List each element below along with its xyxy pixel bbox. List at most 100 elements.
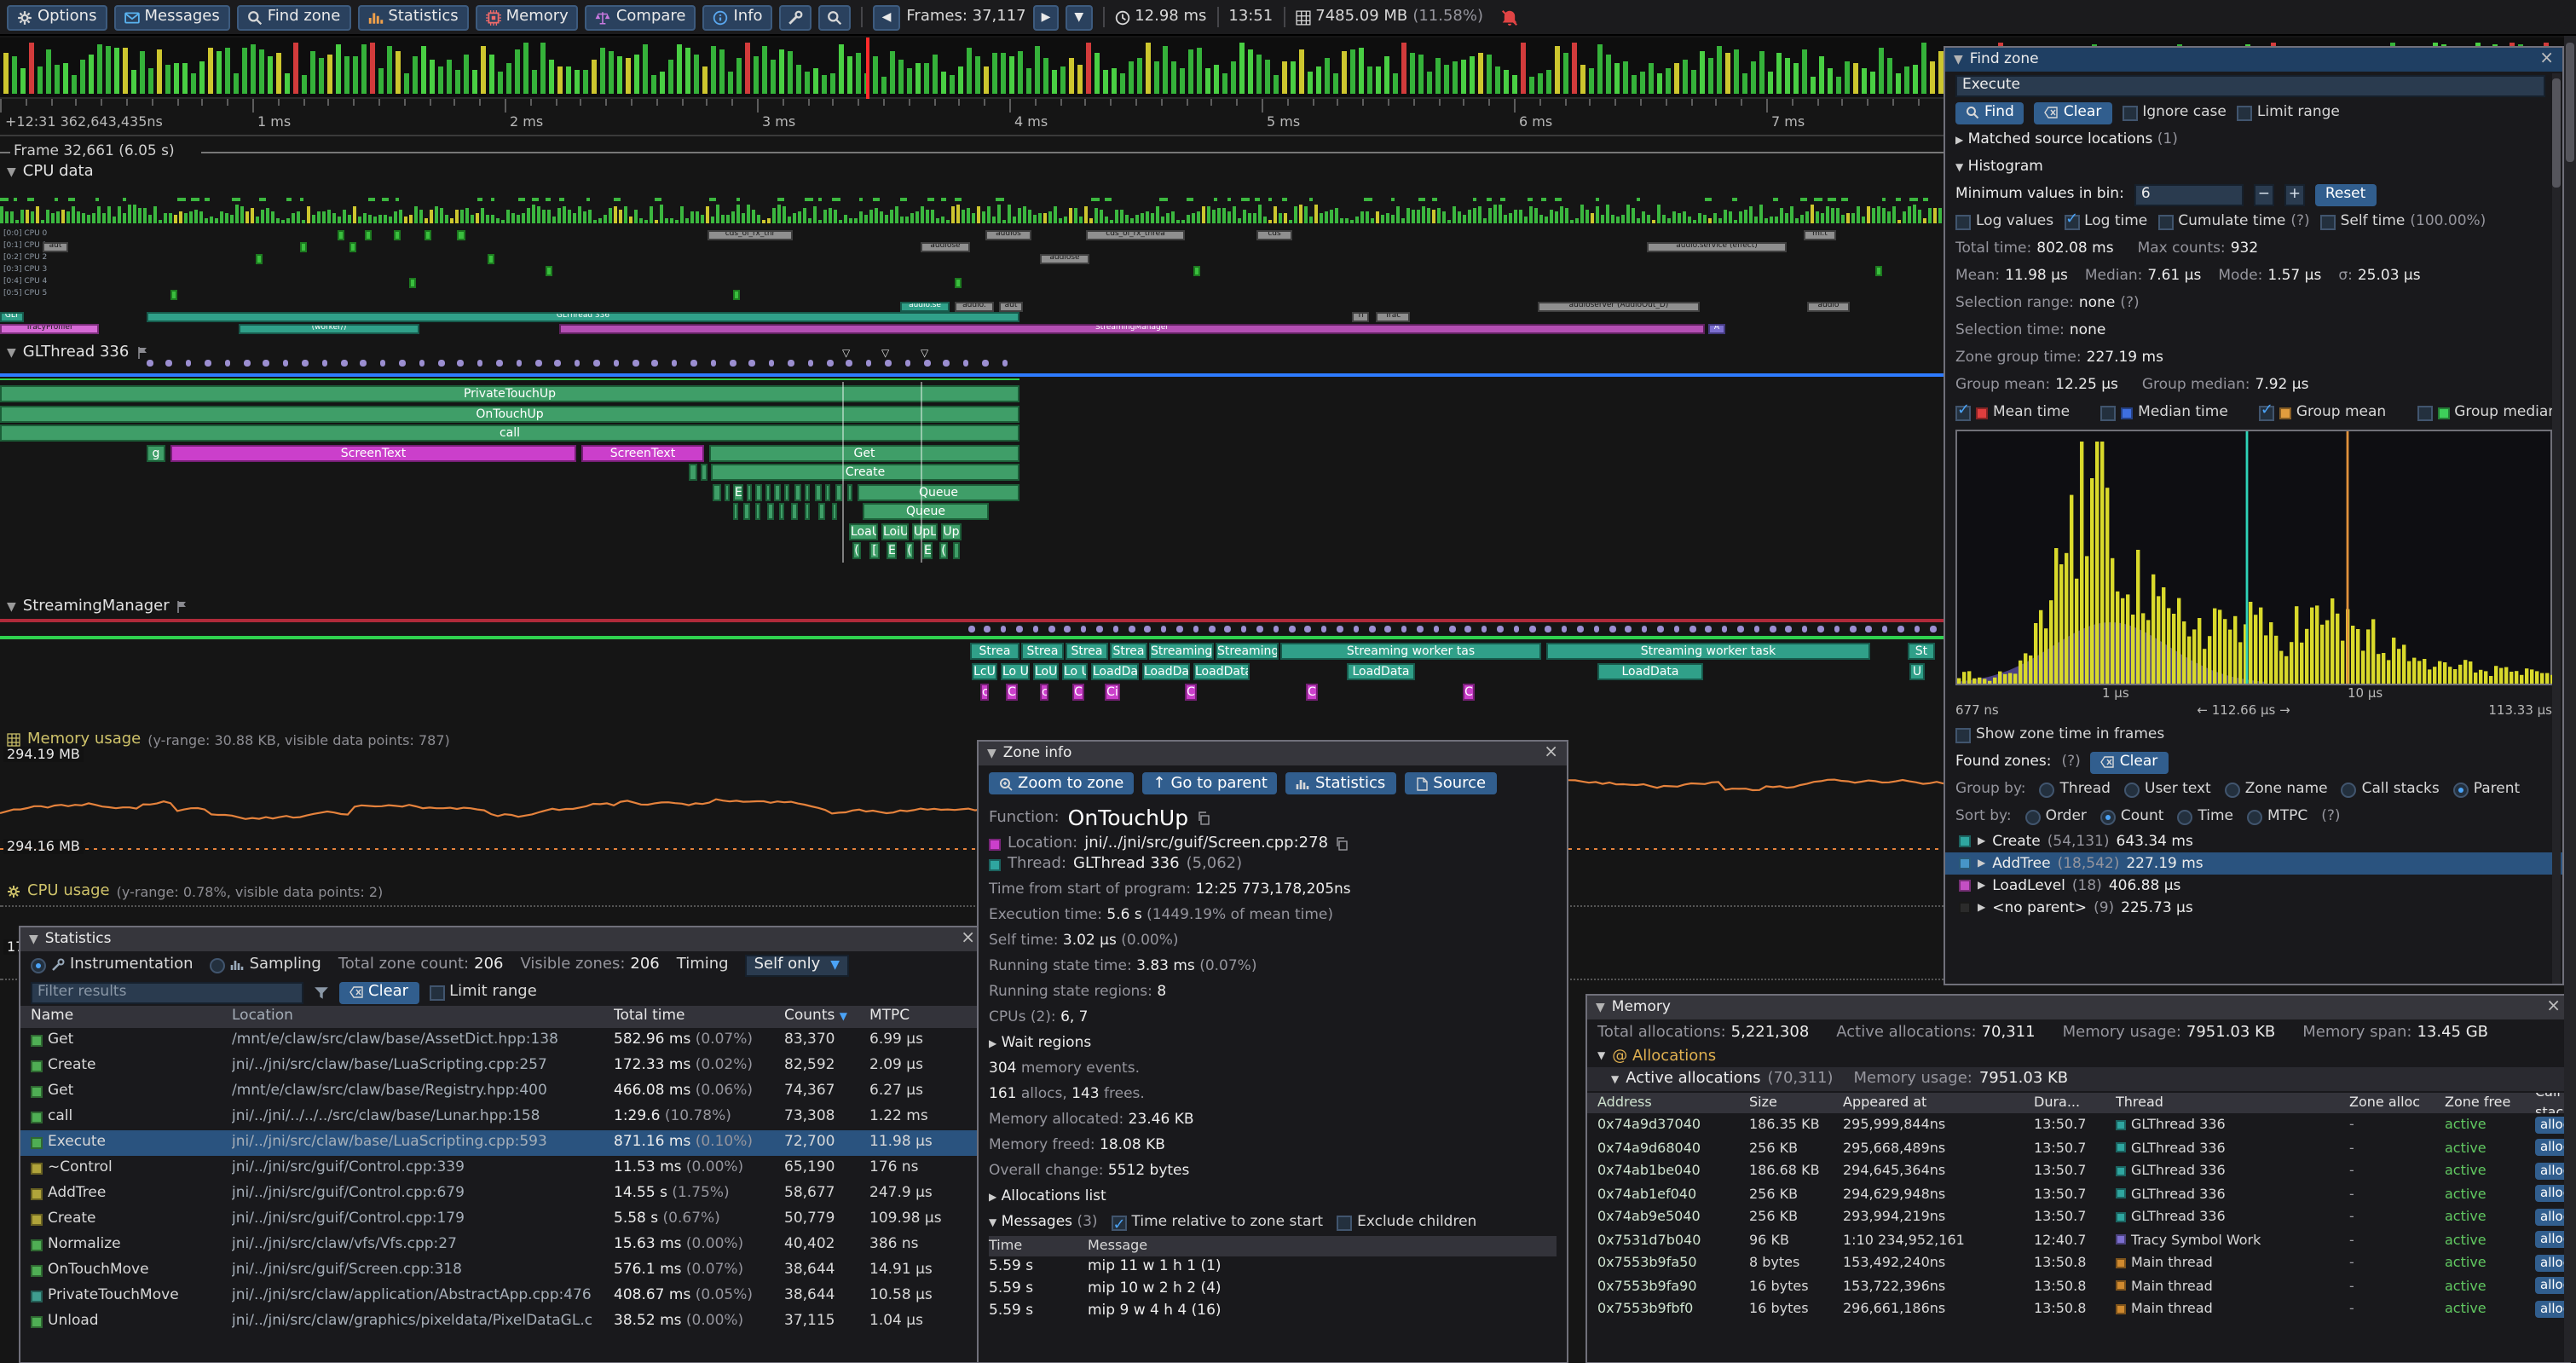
frame-bar[interactable] bbox=[592, 60, 597, 94]
message-dot[interactable] bbox=[1770, 626, 1776, 632]
frame-bar[interactable] bbox=[225, 48, 230, 94]
frame-bar[interactable] bbox=[1700, 51, 1705, 94]
timeline-zone[interactable]: LoU bbox=[1033, 663, 1059, 680]
filter-input[interactable] bbox=[31, 981, 303, 1003]
frame-bar[interactable] bbox=[1154, 61, 1159, 94]
allocations-table-header[interactable]: Address Size Appeared at Dura... Thread … bbox=[1587, 1093, 2569, 1113]
sort-by-radio[interactable]: Count bbox=[2100, 808, 2164, 825]
found-zone-row[interactable]: ▶ LoadLevel (18) 406.88 µs bbox=[1945, 875, 2562, 897]
timeline-zone[interactable]: ( bbox=[852, 542, 861, 559]
message-dot[interactable] bbox=[1850, 626, 1856, 632]
timeline-zone[interactable]: c bbox=[1040, 684, 1048, 701]
frame-bar[interactable] bbox=[72, 75, 77, 94]
frame-bar[interactable] bbox=[1853, 63, 1858, 94]
frame-bar[interactable] bbox=[1896, 73, 1901, 94]
frame-bar[interactable] bbox=[1776, 53, 1782, 94]
frame-bar[interactable] bbox=[1708, 58, 1713, 94]
frame-bar[interactable] bbox=[762, 46, 767, 94]
timeline-zone[interactable]: Lo Uj bbox=[1001, 663, 1030, 680]
allocations-section-header[interactable]: ▼@ Allocations bbox=[1597, 1045, 2569, 1067]
timeline-zone[interactable]: Create bbox=[711, 464, 1019, 481]
frame-bar[interactable] bbox=[736, 58, 742, 94]
cpu-zone-chip[interactable]: aut bbox=[43, 242, 68, 252]
message-dot[interactable] bbox=[846, 360, 852, 366]
timeline-zone[interactable] bbox=[725, 484, 730, 501]
statistics-table-header[interactable]: Name Location Total time Counts ▼ MTPC bbox=[20, 1006, 984, 1028]
frame-bar[interactable] bbox=[711, 46, 716, 94]
message-dot[interactable] bbox=[341, 360, 347, 366]
legend-toggle[interactable]: Median time bbox=[2100, 404, 2228, 421]
cpu-zone-chip[interactable]: audio bbox=[1807, 302, 1850, 312]
frame-bar[interactable] bbox=[660, 72, 665, 94]
frame-bar[interactable] bbox=[29, 43, 34, 94]
frame-bar[interactable] bbox=[1640, 72, 1645, 94]
clear-search-button[interactable]: Clear bbox=[2035, 101, 2111, 124]
message-dot[interactable] bbox=[1176, 626, 1182, 632]
message-dot[interactable] bbox=[1401, 626, 1407, 632]
frame-bar[interactable] bbox=[532, 70, 537, 94]
cpu-zone-chip[interactable]: audio.service (effect) bbox=[1647, 242, 1787, 252]
message-dot[interactable] bbox=[321, 360, 327, 366]
frame-bar[interactable] bbox=[668, 60, 673, 94]
min-bin-input[interactable] bbox=[2134, 183, 2244, 205]
frame-bar[interactable] bbox=[617, 56, 622, 94]
message-dot[interactable] bbox=[283, 360, 289, 366]
frame-bar[interactable] bbox=[1026, 68, 1031, 94]
message-dot[interactable] bbox=[458, 360, 464, 366]
timeline-zone[interactable]: LoadData bbox=[1597, 663, 1703, 680]
frame-bar[interactable] bbox=[302, 75, 307, 94]
frame-bar[interactable] bbox=[583, 70, 588, 94]
cpu-zone-chip[interactable] bbox=[457, 230, 465, 240]
frame-bar[interactable] bbox=[771, 60, 776, 94]
timeline-zone[interactable]: C bbox=[1006, 684, 1018, 701]
frame-bar[interactable] bbox=[967, 48, 972, 94]
frame-bar[interactable] bbox=[3, 53, 9, 94]
timeline-zone[interactable]: C bbox=[1306, 684, 1318, 701]
frame-bar[interactable] bbox=[1316, 66, 1321, 94]
cumulate-time-checkbox[interactable]: Cumulate time(?) bbox=[2157, 213, 2309, 230]
message-dot[interactable] bbox=[496, 360, 502, 366]
statistics-table-row[interactable]: Get /mnt/e/claw/src/claw/base/AssetDict.… bbox=[20, 1028, 984, 1054]
message-dot[interactable] bbox=[968, 626, 974, 632]
timeline-zone[interactable]: U bbox=[1909, 663, 1925, 680]
cpu-zone-chip[interactable] bbox=[733, 290, 740, 300]
frame-bar[interactable] bbox=[685, 48, 690, 94]
group-by-radio[interactable]: User text bbox=[2124, 781, 2211, 798]
clear-found-button[interactable]: Clear bbox=[2091, 751, 2168, 773]
message-dot[interactable] bbox=[244, 360, 250, 366]
allocation-row[interactable]: 0x7531d7b040 96 KB 1:10 234,952,161 12:4… bbox=[1587, 1228, 2569, 1251]
frame-bar[interactable] bbox=[1001, 53, 1006, 94]
timeline-zone[interactable]: ( bbox=[939, 542, 948, 559]
message-dot[interactable] bbox=[632, 360, 638, 366]
cpu-zone-chip[interactable]: audiose bbox=[1040, 254, 1089, 264]
message-dot[interactable] bbox=[1562, 626, 1568, 632]
statistics-table-row[interactable]: ~Control jni/../jni/src/guif/Control.cpp… bbox=[20, 1156, 984, 1181]
frame-bar[interactable] bbox=[779, 49, 784, 94]
message-dot[interactable] bbox=[866, 360, 872, 366]
frame-bar[interactable] bbox=[1734, 49, 1739, 94]
frame-bar[interactable] bbox=[796, 65, 801, 94]
copy-icon[interactable] bbox=[1335, 837, 1349, 851]
timeline-zone[interactable] bbox=[953, 542, 960, 559]
frame-bar[interactable] bbox=[285, 73, 290, 94]
message-dot[interactable] bbox=[1737, 626, 1743, 632]
cpu-zone-chip[interactable]: audiose bbox=[921, 242, 970, 252]
frame-bar[interactable] bbox=[1077, 65, 1083, 94]
frame-bar[interactable] bbox=[1350, 49, 1355, 94]
time-relative-checkbox[interactable]: Time relative to zone start bbox=[1112, 1210, 1324, 1236]
timeline-zone[interactable]: LoadDaU bbox=[1142, 663, 1190, 680]
message-dot[interactable] bbox=[690, 360, 696, 366]
timeline-zone[interactable]: Strea bbox=[1021, 643, 1064, 660]
message-dot[interactable] bbox=[710, 360, 716, 366]
frame-bar[interactable] bbox=[199, 61, 205, 94]
message-row[interactable]: 5.59 smip 10 w 2 h 2 (4) bbox=[979, 1279, 1567, 1301]
frame-bar[interactable] bbox=[1546, 70, 1551, 94]
timeline-zone[interactable] bbox=[805, 503, 810, 520]
message-dot[interactable] bbox=[593, 360, 599, 366]
timeline-zone[interactable]: Streaming bbox=[1149, 643, 1214, 660]
timeline-zone[interactable]: Ci bbox=[1105, 684, 1120, 701]
frame-bar[interactable] bbox=[1572, 43, 1577, 94]
frame-bar[interactable] bbox=[242, 48, 247, 94]
timeline-zone[interactable]: St bbox=[1908, 643, 1935, 660]
frame-bar[interactable] bbox=[1512, 75, 1517, 94]
